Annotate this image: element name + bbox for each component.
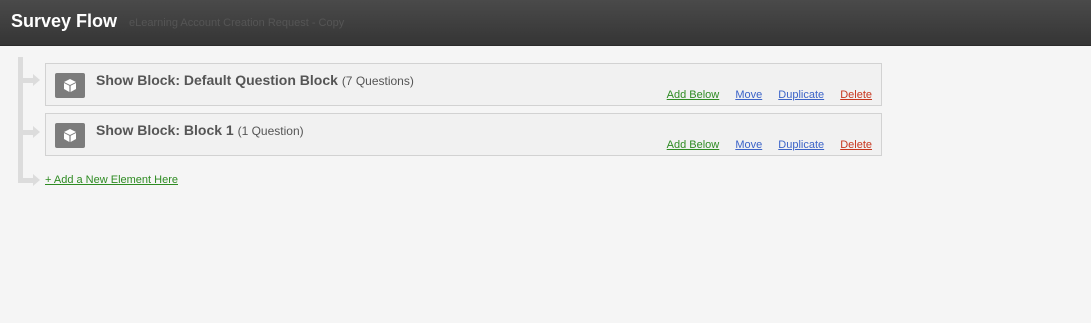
delete-link[interactable]: Delete <box>840 139 872 151</box>
cube-icon <box>55 73 85 98</box>
cube-icon <box>55 123 85 148</box>
add-new-element-link[interactable]: + Add a New Element Here <box>45 174 178 186</box>
delete-link[interactable]: Delete <box>840 89 872 101</box>
duplicate-link[interactable]: Duplicate <box>778 89 824 101</box>
question-count: (1 Question) <box>237 124 304 138</box>
move-link[interactable]: Move <box>735 139 762 151</box>
flow-connector-line <box>18 57 23 183</box>
flow-block-block-1[interactable]: Show Block: Block 1 (1 Question) Add Bel… <box>45 113 882 156</box>
arrow-right-icon <box>18 126 40 138</box>
arrow-right-icon <box>18 74 40 86</box>
block-actions: Add Below Move Duplicate Delete <box>654 89 872 101</box>
move-link[interactable]: Move <box>735 89 762 101</box>
add-below-link[interactable]: Add Below <box>667 139 720 151</box>
block-name: Show Block: Default Question Block <box>96 72 338 88</box>
block-title: Show Block: Block 1 (1 Question) <box>96 122 304 138</box>
add-below-link[interactable]: Add Below <box>667 89 720 101</box>
flow-block-default-question-block[interactable]: Show Block: Default Question Block (7 Qu… <box>45 63 882 106</box>
question-count: (7 Questions) <box>341 74 414 88</box>
survey-name: eLearning Account Creation Request - Cop… <box>129 17 345 29</box>
arrow-right-icon <box>18 174 40 186</box>
block-name: Show Block: Block 1 <box>96 122 234 138</box>
page-title: Survey Flow <box>11 11 118 31</box>
duplicate-link[interactable]: Duplicate <box>778 139 824 151</box>
block-title: Show Block: Default Question Block (7 Qu… <box>96 72 414 88</box>
header-bar: Survey Flow eLearning Account Creation R… <box>0 0 1091 46</box>
block-actions: Add Below Move Duplicate Delete <box>654 139 872 151</box>
